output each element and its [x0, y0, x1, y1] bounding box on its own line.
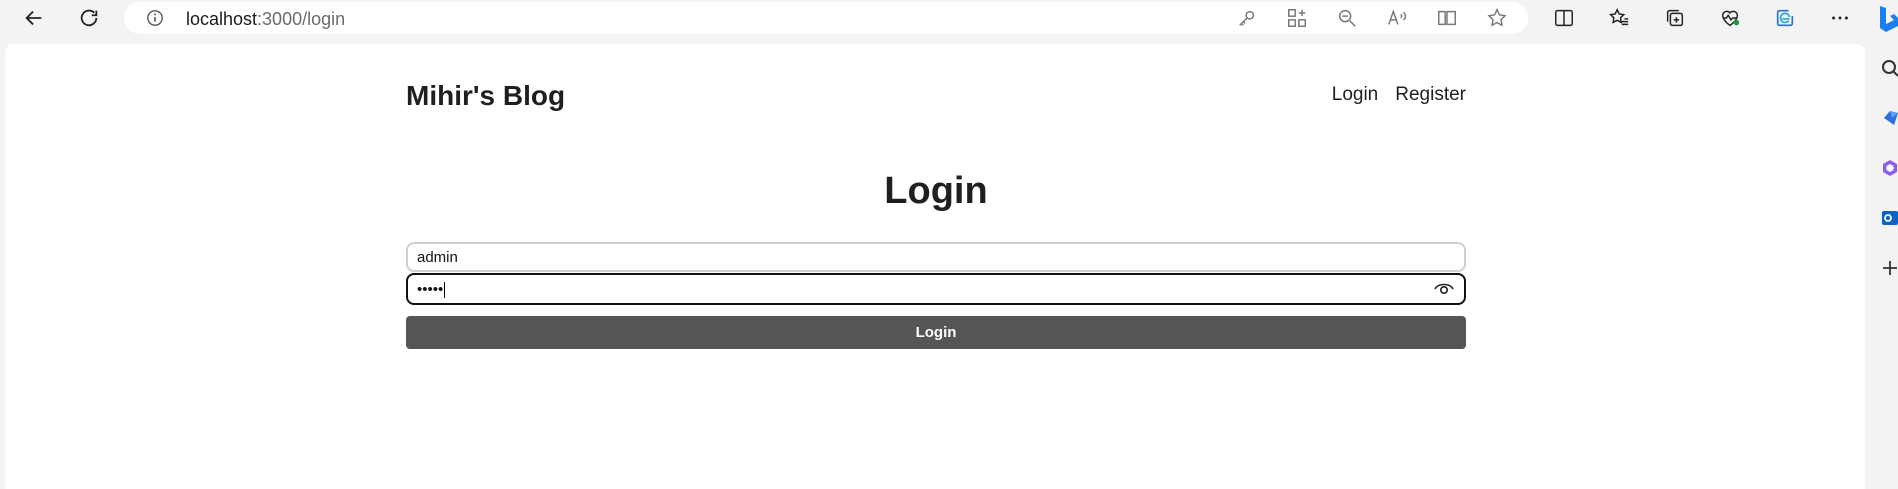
split-screen-icon[interactable] — [1549, 4, 1579, 32]
username-value: admin — [417, 249, 458, 266]
browser-toolbar: localhost:3000/login — [0, 0, 1898, 36]
page-title: Login — [884, 170, 988, 212]
collections-icon[interactable] — [1660, 4, 1690, 32]
refresh-icon[interactable] — [74, 4, 104, 32]
edge-copilot-icon[interactable] — [1770, 4, 1800, 32]
url-text[interactable]: localhost:3000/login — [186, 9, 345, 30]
password-input[interactable]: ••••• — [406, 273, 1466, 305]
page-viewport: Mihir's Blog Login Register Login admin … — [5, 44, 1865, 489]
sidebar-shopping-icon[interactable] — [1880, 108, 1898, 128]
password-mask: ••••• — [417, 281, 444, 298]
immersive-reader-icon[interactable] — [1436, 7, 1458, 29]
username-input[interactable]: admin — [406, 242, 1466, 272]
apps-icon[interactable] — [1286, 7, 1308, 29]
back-icon[interactable] — [19, 4, 49, 32]
sidebar-add-icon[interactable] — [1880, 258, 1898, 278]
read-aloud-icon[interactable] — [1386, 7, 1408, 29]
favorites-icon[interactable] — [1604, 4, 1634, 32]
show-password-eye-icon[interactable] — [1434, 281, 1454, 295]
sidebar-outlook-icon[interactable] — [1880, 208, 1898, 228]
site-nav: Login Register — [1332, 84, 1466, 106]
zoom-out-icon[interactable] — [1336, 7, 1358, 29]
nav-register-link[interactable]: Register — [1395, 84, 1466, 106]
nav-login-link[interactable]: Login — [1332, 84, 1379, 106]
sidebar-office-icon[interactable] — [1880, 158, 1898, 178]
edge-sidebar — [1866, 36, 1898, 489]
address-bar[interactable]: localhost:3000/login — [124, 2, 1528, 34]
site-header: Mihir's Blog Login Register — [406, 80, 1466, 120]
site-info-icon[interactable] — [146, 9, 164, 27]
bing-chat-icon[interactable] — [1872, 2, 1898, 34]
password-key-icon[interactable] — [1236, 7, 1258, 29]
browser-essentials-icon[interactable] — [1715, 4, 1745, 32]
site-brand[interactable]: Mihir's Blog — [406, 80, 565, 112]
favorite-star-icon[interactable] — [1486, 7, 1508, 29]
sidebar-search-icon[interactable] — [1880, 58, 1898, 78]
login-submit-button[interactable]: Login — [406, 316, 1466, 349]
text-caret — [444, 282, 446, 299]
more-menu-icon[interactable] — [1825, 4, 1855, 32]
